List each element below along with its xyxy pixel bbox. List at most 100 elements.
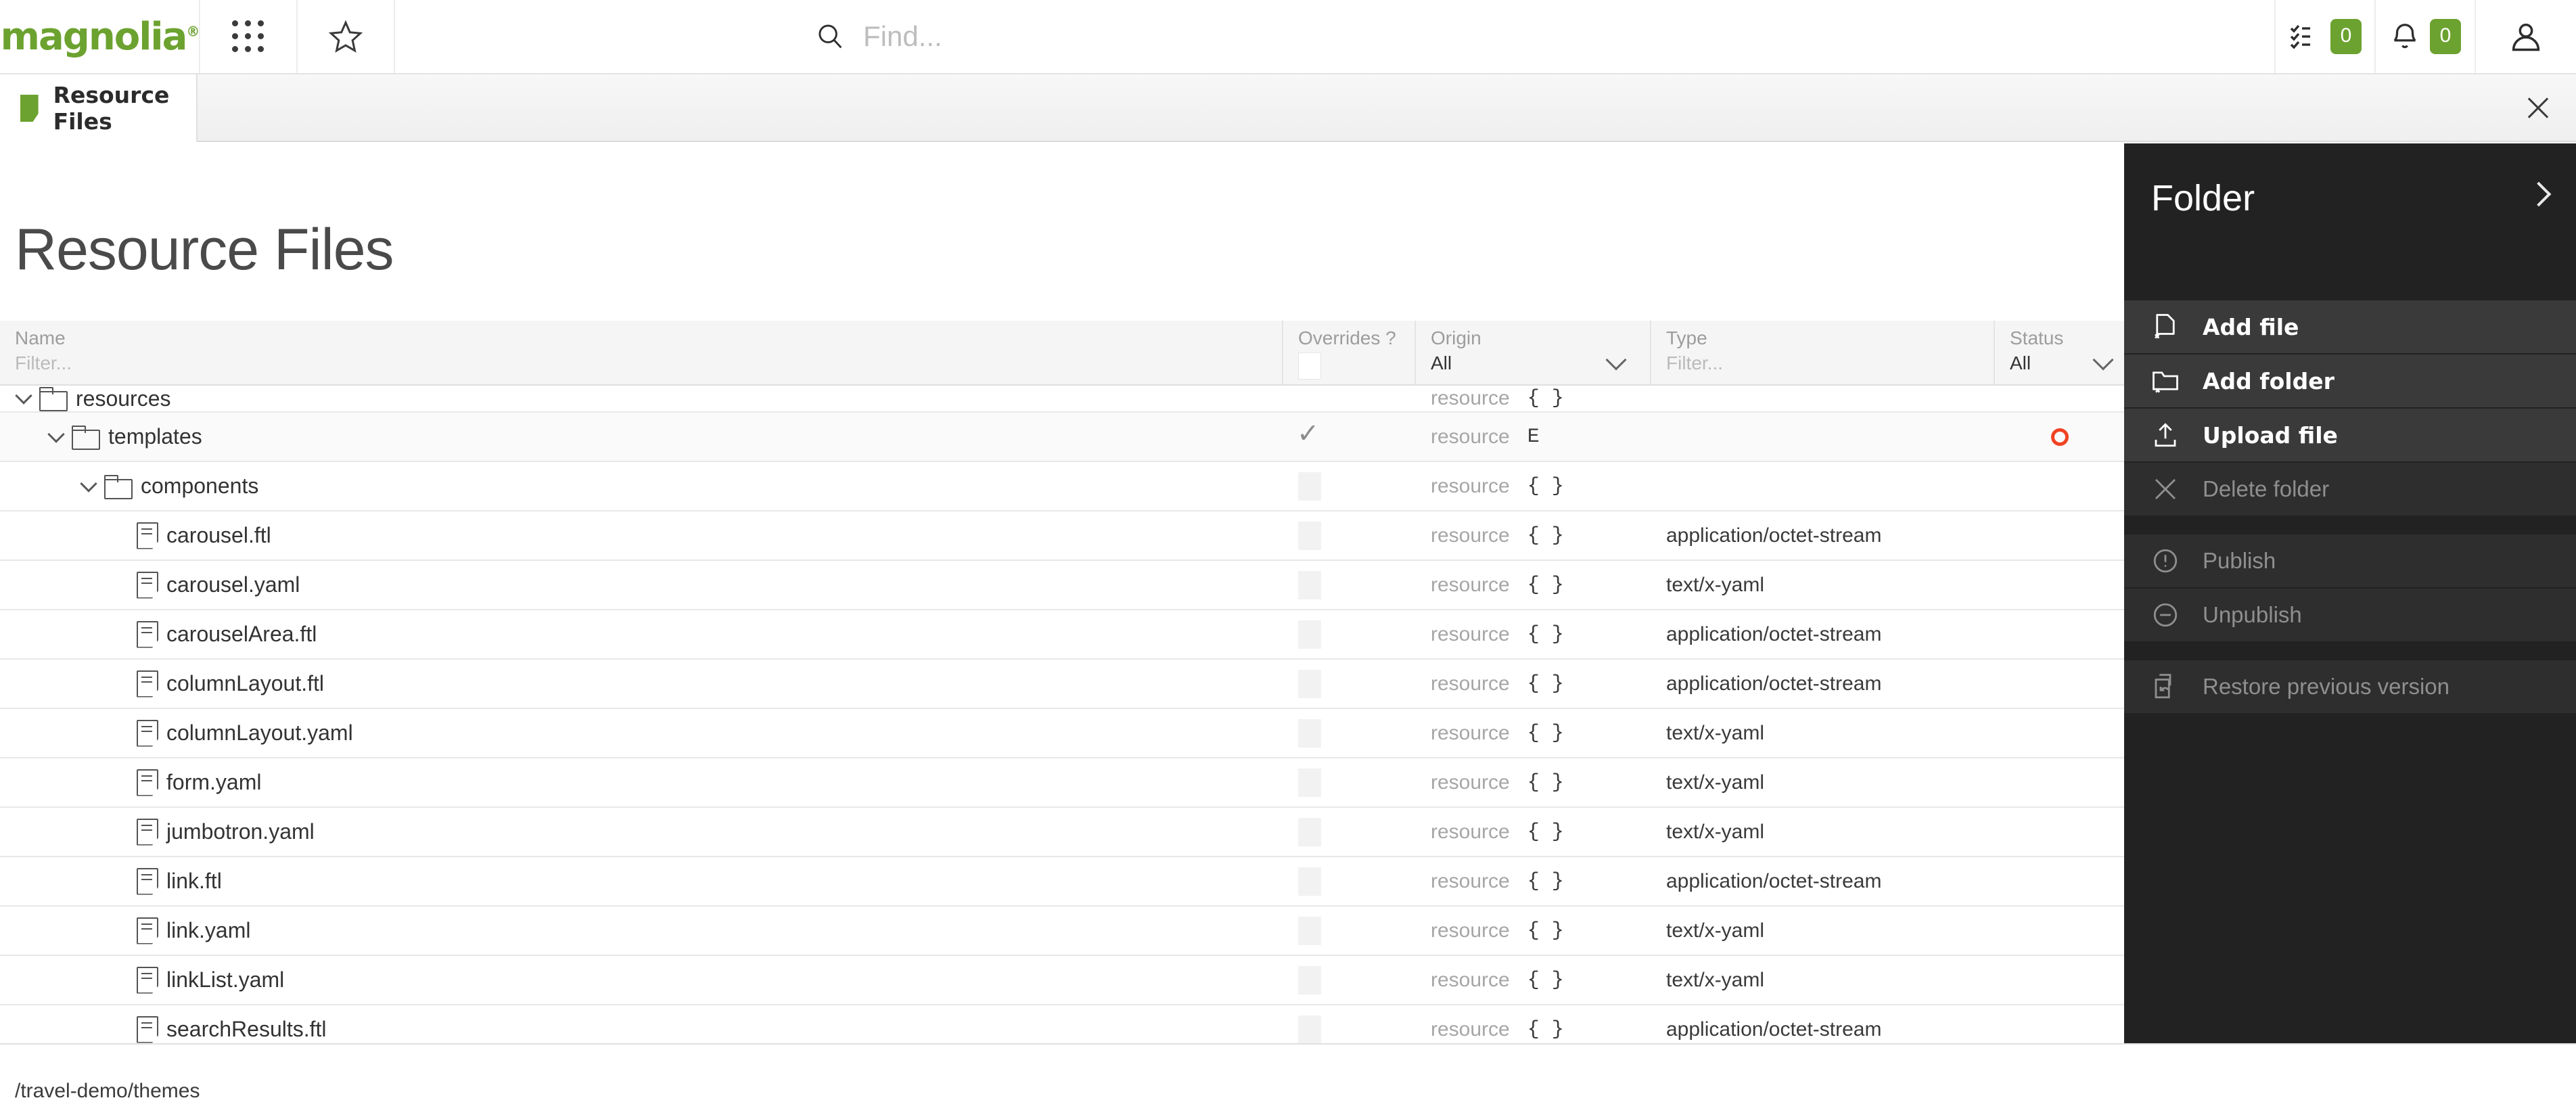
cell-type: text/x-yaml <box>1651 808 1995 856</box>
cell-type <box>1651 462 1995 510</box>
type-label: text/x-yaml <box>1666 820 1765 843</box>
user-menu-button[interactable] <box>2476 0 2576 73</box>
action-upload-file[interactable]: Upload file <box>2124 409 2576 463</box>
magnolia-resource-files-app: magnolia® 0 <box>0 0 2576 1119</box>
action-add-file[interactable]: Add file <box>2124 300 2576 355</box>
table-row[interactable]: components resource { } <box>0 462 2124 511</box>
cell-origin: resource { } <box>1416 462 1651 510</box>
row-name-label: columnLayout.ftl <box>166 671 325 695</box>
cell-name: link.ftl <box>0 857 1283 905</box>
close-x-icon <box>2151 475 2180 503</box>
chevron-right-icon[interactable] <box>2526 181 2552 207</box>
column-header-overrides: Overrides ? <box>1283 321 1416 384</box>
origin-code: { } <box>1527 387 1564 410</box>
cell-origin: resource { } <box>1416 561 1651 609</box>
origin-filter-value: All <box>1431 352 1452 373</box>
table-row[interactable]: form.yaml resource { } text/x-yaml <box>0 758 2124 808</box>
row-name-label: carouselArea.ftl <box>166 622 317 646</box>
origin-code: E <box>1527 425 1540 449</box>
table-row[interactable]: linkList.yaml resource { } text/x-yaml <box>0 956 2124 1005</box>
file-icon <box>137 670 158 698</box>
action-add-folder[interactable]: Add folder <box>2124 355 2576 409</box>
cell-overrides <box>1283 386 1416 411</box>
overrides-empty-box <box>1298 916 1321 945</box>
cell-origin: resource { } <box>1416 660 1651 708</box>
tab-resource-files[interactable]: Resource Files <box>0 74 198 142</box>
overrides-filter-checkbox[interactable] <box>1298 352 1321 380</box>
column-header-status: Status All <box>1995 321 2124 384</box>
action-delete-folder: Delete folder <box>2124 463 2576 517</box>
cell-status <box>1995 857 2124 905</box>
cell-status <box>1995 462 2124 510</box>
cell-overrides <box>1283 660 1416 708</box>
action-panel-list: Add file Add folder Upload file Delete fold… <box>2124 300 2576 732</box>
action-group: Publish Unpublish <box>2124 534 2576 643</box>
document-green-icon <box>20 95 39 122</box>
folder-icon <box>72 425 101 450</box>
cell-name: carousel.ftl <box>0 511 1283 560</box>
overrides-empty-box <box>1298 620 1321 649</box>
caret-down-icon[interactable] <box>73 474 104 495</box>
origin-code: { } <box>1527 721 1564 745</box>
row-name-label: components <box>141 474 259 498</box>
action-group: Restore previous version <box>2124 660 2576 714</box>
table-row[interactable]: link.ftl resource { } application/octet-str… <box>0 857 2124 907</box>
tasks-button[interactable]: 0 <box>2276 0 2376 73</box>
cell-name: templates <box>0 413 1283 461</box>
table-row[interactable]: resources resource { } <box>0 386 2124 413</box>
table-row[interactable]: templates resource E <box>0 413 2124 462</box>
notifications-button[interactable]: 0 <box>2376 0 2476 73</box>
cell-overrides <box>1283 610 1416 658</box>
origin-code: { } <box>1527 869 1564 893</box>
cell-name: carouselArea.ftl <box>0 610 1283 658</box>
apps-launcher-button[interactable] <box>200 0 298 73</box>
global-search[interactable] <box>395 0 2276 73</box>
cell-origin: resource { } <box>1416 758 1651 806</box>
star-icon <box>328 20 363 53</box>
favorites-button[interactable] <box>298 0 395 73</box>
user-avatar-icon <box>2512 23 2540 51</box>
cell-type: text/x-yaml <box>1651 907 1995 955</box>
table-row[interactable]: columnLayout.ftl resource { } application/o… <box>0 660 2124 709</box>
cell-overrides <box>1283 758 1416 806</box>
tasks-count-badge: 0 <box>2330 19 2362 54</box>
cell-origin: resource { } <box>1416 808 1651 856</box>
action-label: Add file <box>2203 313 2299 340</box>
cell-name: form.yaml <box>0 758 1283 806</box>
type-filter-input[interactable] <box>1666 352 1945 374</box>
origin-code: { } <box>1527 968 1564 992</box>
table-row[interactable]: carousel.yaml resource { } text/x-yaml <box>0 561 2124 610</box>
file-icon <box>137 720 158 747</box>
table-row[interactable]: columnLayout.yaml resource { } text/x-yaml <box>0 709 2124 758</box>
caret-down-icon[interactable] <box>8 387 39 407</box>
column-header-type: Type <box>1651 321 1995 384</box>
notifications-count-badge: 0 <box>2429 19 2462 54</box>
cell-origin: resource { } <box>1416 857 1651 905</box>
row-name-label: jumbotron.yaml <box>166 819 315 844</box>
caret-down-icon[interactable] <box>41 425 72 446</box>
name-filter-input[interactable] <box>15 352 1092 374</box>
cell-type: application/octet-stream <box>1651 857 1995 905</box>
close-icon[interactable] <box>2523 93 2553 123</box>
origin-label: resource <box>1431 968 1510 991</box>
cell-overrides <box>1283 709 1416 757</box>
table-row[interactable]: link.yaml resource { } text/x-yaml <box>0 907 2124 956</box>
cell-name: jumbotron.yaml <box>0 808 1283 856</box>
row-name-label: linkList.yaml <box>166 967 285 992</box>
table-row[interactable]: carouselArea.ftl resource { } application/o… <box>0 610 2124 660</box>
origin-filter-select[interactable]: All <box>1431 349 1627 374</box>
origin-label: resource <box>1431 573 1510 596</box>
cell-name: carousel.yaml <box>0 561 1283 609</box>
search-input[interactable] <box>863 20 1472 53</box>
table-row[interactable]: carousel.ftl resource { } application/octet… <box>0 511 2124 561</box>
row-name-label: carousel.ftl <box>166 523 271 547</box>
magnolia-logo[interactable]: magnolia® <box>0 0 200 73</box>
table-row[interactable]: jumbotron.yaml resource { } text/x-yaml <box>0 808 2124 857</box>
registered-mark: ® <box>186 22 200 39</box>
add-folder-icon <box>2151 367 2180 395</box>
cell-origin: resource E <box>1416 413 1651 461</box>
cell-status <box>1995 907 2124 955</box>
cell-type: application/octet-stream <box>1651 610 1995 658</box>
status-filter-select[interactable]: All <box>2010 349 2114 374</box>
cell-status <box>1995 758 2124 806</box>
